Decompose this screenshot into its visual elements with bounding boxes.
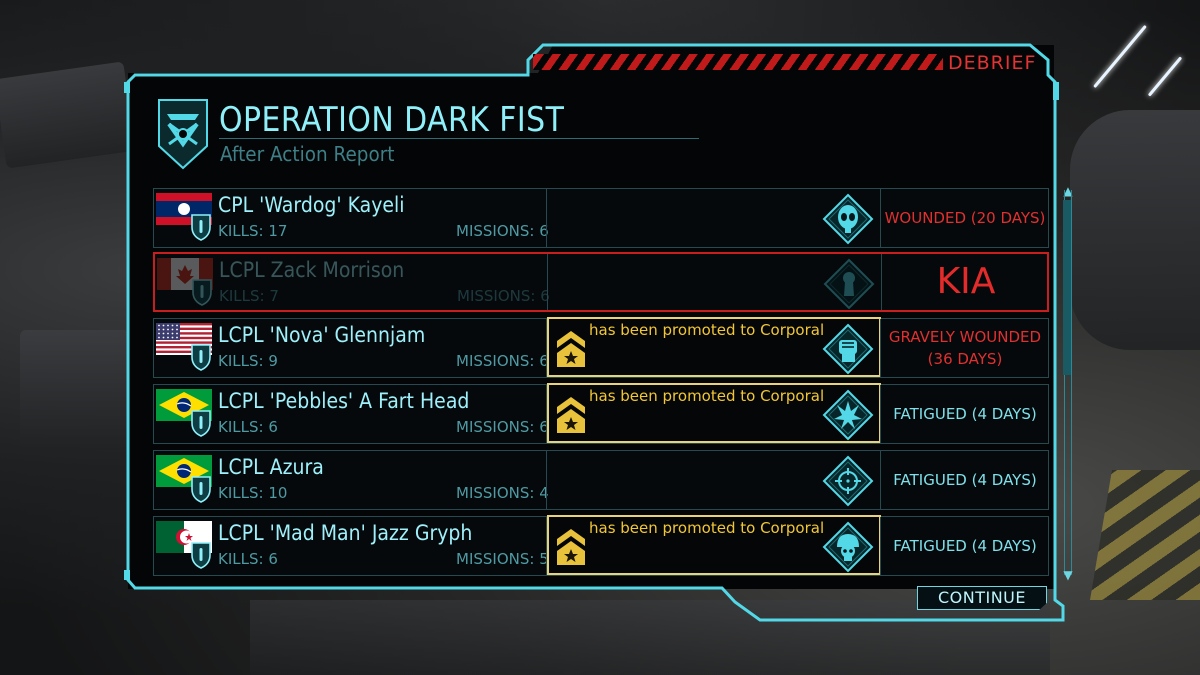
soldier-missions: MISSIONS: 5 [456, 550, 549, 568]
soldier-kills: KILLS: 10 [218, 484, 288, 502]
column-divider [546, 189, 547, 247]
soldier-name: LCPL Azura [218, 455, 324, 479]
soldier-row[interactable]: LCPL 'Nova' Glennjam KILLS: 9 MISSIONS: 6 h… [153, 317, 1049, 378]
rank-shield-icon [190, 409, 212, 437]
soldier-status: KIA [883, 254, 1049, 310]
soldier-missions: MISSIONS: 6 [456, 352, 549, 370]
soldier-kills: KILLS: 9 [218, 352, 278, 370]
soldier-kills: KILLS: 7 [219, 287, 279, 305]
column-divider [547, 254, 548, 310]
soldier-name: LCPL 'Pebbles' A Fart Head [218, 389, 470, 413]
soldier-kills: KILLS: 6 [218, 550, 278, 568]
soldier-missions: MISSIONS: 6 [456, 418, 549, 436]
column-divider [880, 517, 881, 575]
title-divider [219, 138, 699, 139]
scroll-down-arrow-icon[interactable]: ▼ [1059, 568, 1077, 582]
status-text: WOUNDED (20 DAYS) [884, 209, 1046, 227]
operation-title: OPERATION DARK FIST [219, 100, 565, 140]
soldier-status: FATIGUED (4 DAYS) [882, 451, 1048, 509]
status-text: FATIGUED (4 DAYS) [893, 537, 1037, 555]
soldier-kills: KILLS: 17 [218, 222, 288, 240]
rank-shield-icon [191, 278, 213, 306]
corporal-chevron-icon [555, 395, 587, 435]
alien-head-icon [822, 193, 874, 245]
soldier-name: LCPL Zack Morrison [219, 258, 405, 282]
soldier-row[interactable]: LCPL Zack Morrison KILLS: 7 MISSIONS: 6 KIA [153, 252, 1049, 312]
crosshair-icon [822, 455, 874, 507]
column-divider [880, 385, 881, 443]
fist-icon [822, 323, 874, 375]
debrief-label: DEBRIEF [948, 52, 1037, 74]
corporal-chevron-icon [555, 329, 587, 369]
soldier-row[interactable]: LCPL 'Pebbles' A Fart Head KILLS: 6 MISSIO… [153, 383, 1049, 444]
report-subtitle: After Action Report [220, 142, 395, 166]
keyhole-icon [823, 258, 875, 310]
continue-button[interactable]: CONTINUE [917, 586, 1047, 610]
soldier-missions: MISSIONS: 4 [456, 484, 549, 502]
rank-shield-icon [190, 343, 212, 371]
column-divider [546, 451, 547, 509]
soldier-status: GRAVELY WOUNDED (36 DAYS) [882, 319, 1048, 377]
soldier-row[interactable]: LCPL 'Mad Man' Jazz Gryph KILLS: 6 MISSION… [153, 515, 1049, 576]
column-divider [880, 189, 881, 247]
scrollbar-thumb[interactable] [1063, 200, 1071, 375]
explosion-icon [822, 389, 874, 441]
status-text: KIA [936, 261, 996, 302]
soldier-name: LCPL 'Mad Man' Jazz Gryph [218, 521, 473, 545]
promotion-text: has been promoted to Corporal [589, 321, 825, 339]
soldier-status: WOUNDED (20 DAYS) [882, 189, 1048, 247]
soldier-kills: KILLS: 6 [218, 418, 278, 436]
column-divider [881, 254, 882, 310]
column-divider [880, 319, 881, 377]
status-text: FATIGUED (4 DAYS) [893, 471, 1037, 489]
helmet-skull-icon [822, 521, 874, 573]
xcom-logo [158, 99, 208, 170]
promotion-text: has been promoted to Corporal [589, 519, 825, 537]
warning-stripes [533, 54, 943, 70]
column-divider [880, 451, 881, 509]
soldier-missions: MISSIONS: 6 [457, 287, 550, 305]
rank-shield-icon [190, 475, 212, 503]
soldier-name: LCPL 'Nova' Glennjam [218, 323, 426, 347]
soldier-missions: MISSIONS: 6 [456, 222, 549, 240]
status-text: FATIGUED (4 DAYS) [893, 405, 1037, 423]
soldier-status: FATIGUED (4 DAYS) [882, 517, 1048, 575]
corporal-chevron-icon [555, 527, 587, 567]
soldier-status: FATIGUED (4 DAYS) [882, 385, 1048, 443]
soldier-row[interactable]: CPL 'Wardog' Kayeli KILLS: 17 MISSIONS: 6 W… [153, 188, 1049, 248]
rank-shield-icon [190, 213, 212, 241]
promotion-text: has been promoted to Corporal [589, 387, 825, 405]
soldier-name: CPL 'Wardog' Kayeli [218, 193, 405, 217]
status-text: GRAVELY WOUNDED (36 DAYS) [888, 328, 1042, 368]
soldier-row[interactable]: LCPL Azura KILLS: 10 MISSIONS: 4 FATIGUED (… [153, 450, 1049, 510]
rank-shield-icon [190, 541, 212, 569]
